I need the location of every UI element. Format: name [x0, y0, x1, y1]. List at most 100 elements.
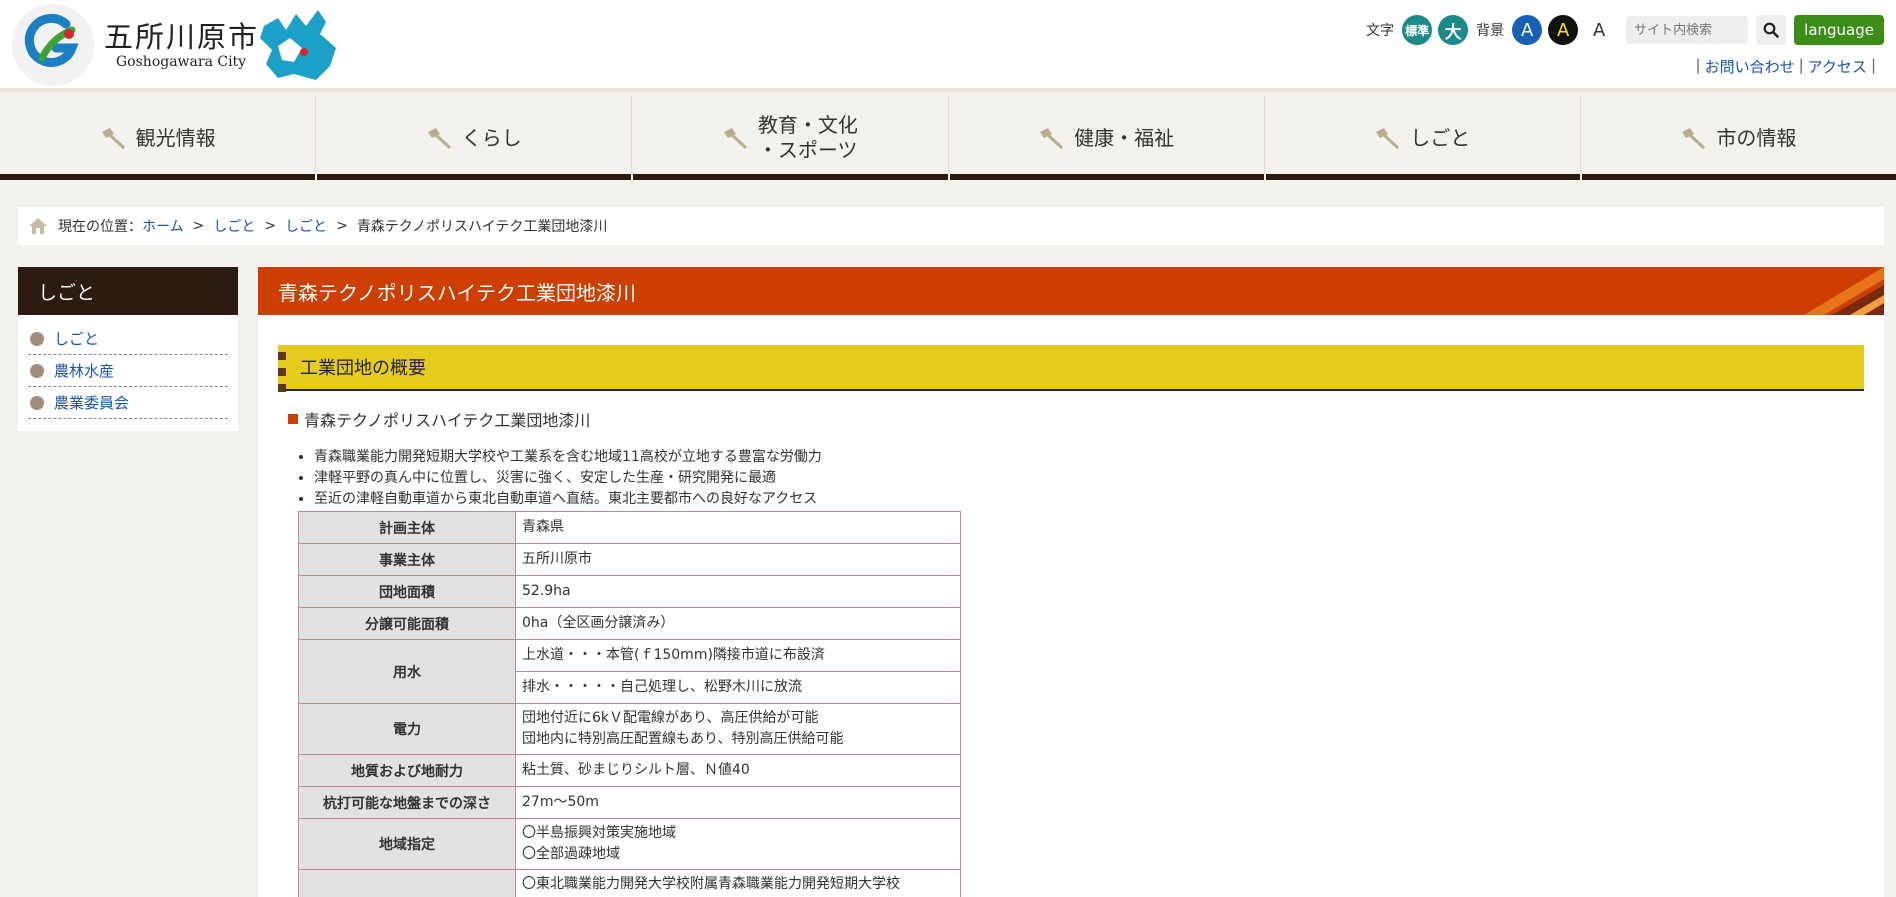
row-header [298, 869, 516, 897]
row-header: 地域指定 [298, 818, 516, 870]
table-row: 杭打可能な地盤までの深さ 27m～50m [298, 786, 961, 819]
header-links: | お問い合わせ | アクセス | [1696, 56, 1876, 77]
breadcrumb-work-link[interactable]: しごと [213, 216, 255, 236]
sidebar-list: しごと 農林水産 農業委員会 [28, 323, 228, 419]
hammer-icon [101, 128, 125, 150]
industrial-park-spec-table: 計画主体 青森県 事業主体 五所川原市 団地面積 52.9ha 分譲可能面積 0… [298, 511, 961, 897]
nav-work[interactable]: しごと [1263, 96, 1581, 180]
background-black-button[interactable]: A [1548, 15, 1579, 45]
cell-line: 〇半島振興対策実施地域 [522, 825, 676, 841]
sidebar-item-label[interactable]: しごと [54, 328, 99, 349]
table-row: 分譲可能面積 0ha（全区画分譲済み） [298, 607, 961, 640]
table-row: 〇東北職業能力開発大学校附属青森職業能力開発短期大学校 [298, 869, 961, 897]
hammer-icon [1376, 128, 1400, 150]
accessibility-tools: 文字 標準 大 背景 A A A language [1364, 14, 1884, 46]
table-row: 地域指定 〇半島振興対策実施地域 〇全部過疎地域 [298, 818, 961, 870]
table-cell: 〇半島振興対策実施地域 〇全部過疎地域 [515, 818, 961, 870]
link-separator: | [1798, 56, 1804, 74]
table-cell: 青森県 [515, 511, 961, 544]
link-separator: | [1695, 56, 1701, 74]
breadcrumb: 現在の位置： ホーム > しごと > しごと > 青森テクノポリスハイテク工業団… [18, 207, 1884, 245]
contact-link[interactable]: お問い合わせ [1705, 56, 1795, 77]
list-item: 至近の津軽自動車道から東北自動車道へ直結。東北主要都市への良好なアクセス [314, 489, 822, 510]
nav-label-line: ・スポーツ [757, 138, 858, 162]
site-search-input[interactable] [1626, 16, 1749, 44]
cell-line: 〇全部過疎地域 [522, 846, 620, 862]
table-cell: 〇東北職業能力開発大学校附属青森職業能力開発短期大学校 [515, 869, 961, 897]
background-label: 背景 [1476, 23, 1505, 39]
bullet-dot-icon [30, 395, 44, 410]
home-icon [28, 217, 48, 235]
table-cell: 粘土質、砂まじりシルト層、Ｎ値40 [515, 754, 961, 787]
background-blue-button[interactable]: A [1512, 15, 1543, 45]
search-icon [1763, 22, 1779, 38]
title-decoration [1804, 267, 1884, 315]
table-cell: 上水道・・・本管(ｆ150mm)隣接市道に布設済 [515, 639, 961, 672]
table-row: 事業主体 五所川原市 [298, 543, 961, 576]
breadcrumb-home-link[interactable]: ホーム [142, 216, 184, 236]
nav-label: くらし [461, 125, 522, 150]
list-item: 津軽平野の真ん中に位置し、災害に強く、安定した生産・研究開発に最適 [314, 468, 822, 489]
table-cell: 排水・・・・・自己処理し、松野木川に放流 [515, 671, 961, 704]
site-name-english[interactable]: Goshogawara City [116, 54, 246, 70]
city-emblem-logo[interactable] [12, 4, 94, 86]
cell-line: 〇東北職業能力開発大学校附属青森職業能力開発短期大学校 [522, 876, 900, 892]
nav-label: 教育・文化 ・スポーツ [758, 113, 858, 163]
text-size-standard-button[interactable]: 標準 [1402, 15, 1433, 45]
subheading: 青森テクノポリスハイテク工業団地漆川 [288, 407, 590, 431]
nav-label: 観光情報 [135, 125, 216, 150]
section-heading: 工業団地の概要 [278, 345, 1864, 392]
nav-health-welfare[interactable]: 健康・福祉 [947, 96, 1265, 180]
row-header: 用水 [298, 639, 516, 704]
cell-line: 団地付近に6kＶ配電線があり、高圧供給が可能 [522, 710, 819, 726]
row-header: 分譲可能面積 [298, 607, 516, 640]
nav-tourism[interactable]: 観光情報 [0, 96, 317, 180]
text-size-large-button[interactable]: 大 [1438, 15, 1469, 45]
bullet-dot-icon [30, 363, 44, 378]
background-white-button[interactable]: A [1584, 15, 1615, 45]
table-row: 用水 上水道・・・本管(ｆ150mm)隣接市道に布設済 [298, 639, 961, 704]
sidebar-item-label[interactable]: 農業委員会 [54, 392, 129, 413]
bullet-dot-icon [30, 331, 44, 346]
list-item: 青森職業能力開発短期大学校や工業系を含む地域11高校が立地する豊富な労働力 [314, 447, 822, 468]
nav-living[interactable]: くらし [315, 96, 633, 180]
search-button[interactable] [1756, 15, 1787, 45]
table-cell: 団地付近に6kＶ配電線があり、高圧供給が可能 団地内に特別高圧配置線もあり、特別… [515, 703, 961, 755]
breadcrumb-current: 青森テクノポリスハイテク工業団地漆川 [356, 219, 608, 235]
nav-label-line: 教育・文化 [757, 113, 858, 137]
breadcrumb-work-sub-link[interactable]: しごと [285, 216, 327, 236]
hammer-icon [723, 128, 747, 150]
feature-list: 青森職業能力開発短期大学校や工業系を含む地域11高校が立地する豊富な労働力 津軽… [296, 447, 822, 510]
sidebar-item-label[interactable]: 農林水産 [54, 360, 114, 381]
nav-education-culture-sports[interactable]: 教育・文化 ・スポーツ [631, 96, 949, 180]
site-name[interactable]: 五所川原市 [104, 14, 259, 56]
nav-label: 市の情報 [1716, 125, 1797, 150]
heading-marks [278, 352, 286, 400]
row-header: 団地面積 [298, 575, 516, 608]
sidebar-item-agri-committee[interactable]: 農業委員会 [28, 387, 228, 419]
main-content: 青森テクノポリスハイテク工業団地漆川 工業団地の概要 青森テクノポリスハイテク工… [258, 267, 1884, 897]
sidebar-item-work[interactable]: しごと [28, 323, 228, 355]
language-button[interactable]: language [1794, 15, 1884, 45]
hammer-icon [427, 128, 451, 150]
sidebar: しごと しごと 農林水産 農業委員会 [18, 267, 238, 431]
breadcrumb-separator: > [264, 218, 277, 234]
section-heading-text: 工業団地の概要 [300, 358, 426, 379]
row-header: 計画主体 [298, 511, 516, 544]
breadcrumb-separator: > [336, 218, 348, 234]
page-title-text: 青森テクノポリスハイテク工業団地漆川 [278, 280, 636, 305]
table-row: 電力 団地付近に6kＶ配電線があり、高圧供給が可能 団地内に特別高圧配置線もあり… [298, 703, 961, 755]
nav-city-info[interactable]: 市の情報 [1579, 96, 1896, 180]
table-cell: 52.9ha [515, 575, 961, 608]
aomori-map-icon [260, 10, 336, 80]
row-header: 事業主体 [298, 543, 516, 576]
sidebar-item-agriculture[interactable]: 農林水産 [28, 355, 228, 387]
nav-label: しごと [1410, 125, 1471, 150]
table-cell: 0ha（全区画分譲済み） [515, 607, 961, 640]
breadcrumb-separator: > [192, 218, 205, 234]
breadcrumb-prefix: 現在の位置： [58, 219, 142, 235]
page-title: 青森テクノポリスハイテク工業団地漆川 [258, 267, 1884, 315]
access-link[interactable]: アクセス [1808, 56, 1867, 77]
row-header: 地質および地耐力 [298, 754, 516, 787]
square-bullet-icon [288, 414, 298, 424]
